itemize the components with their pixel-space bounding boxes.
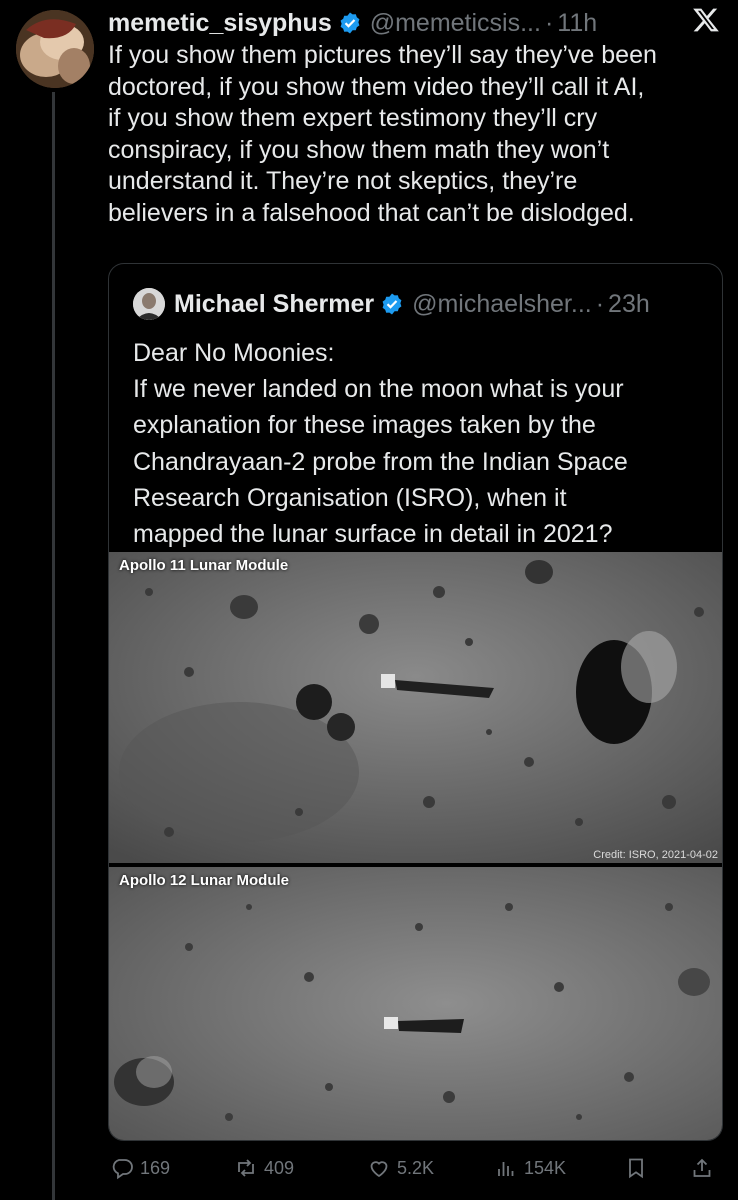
tweet-header: memetic_sisyphus @memeticsis... · 11h — [108, 6, 718, 40]
bookmark-button[interactable] — [624, 1152, 654, 1184]
views-icon — [498, 1162, 514, 1176]
author-name[interactable]: memetic_sisyphus — [108, 9, 332, 38]
image-credit: Credit: ISRO, 2021-04-02 — [593, 849, 718, 861]
tweet-text-line: conspiracy, if you show them math they w… — [108, 135, 610, 164]
image-label: Apollo 12 Lunar Module — [119, 872, 290, 889]
quote-text-line: If we never landed on the moon what is y… — [133, 375, 624, 404]
quote-text-line: explanation for these images taken by th… — [133, 411, 596, 440]
quote-author-name[interactable]: Michael Shermer — [174, 290, 374, 319]
tweet-text: If you show them pictures they’ll say th… — [108, 40, 728, 229]
tweet-action-bar: 169 409 5.2K 154K — [108, 1152, 718, 1184]
author-avatar[interactable] — [16, 10, 94, 88]
like-icon — [370, 1161, 388, 1178]
views-button[interactable]: 154K — [494, 1152, 566, 1184]
quote-text-line: Research Organisation (ISRO), when it — [133, 483, 567, 512]
quoted-tweet-card[interactable]: Michael Shermer @michaelsher... · 23h De… — [108, 263, 723, 1141]
separator-dot: · — [544, 8, 554, 37]
x-logo-icon — [692, 6, 720, 34]
reply-button[interactable]: 169 — [110, 1152, 170, 1184]
views-count: 154K — [524, 1157, 567, 1178]
verified-badge-icon — [338, 11, 362, 35]
tweet-text-line: If you show them pictures they’ll say th… — [108, 41, 657, 69]
verified-badge-icon — [380, 292, 404, 316]
quote-header: Michael Shermer @michaelsher... · 23h — [133, 282, 650, 326]
tweet-timestamp[interactable]: 11h — [557, 9, 597, 38]
tweet-text-line: believers in a falsehood that can’t be d… — [108, 198, 635, 227]
quote-text-line: Dear No Moonies: — [133, 339, 335, 367]
lunar-image-apollo-11[interactable]: Apollo 11 Lunar Module Credit: ISRO, 202… — [109, 552, 722, 863]
quote-author-handle[interactable]: @michaelsher... — [412, 290, 592, 319]
author-handle[interactable]: @memeticsis... — [370, 9, 541, 38]
repost-icon — [238, 1159, 254, 1177]
tweet-text-line: doctored, if you show them video they’ll… — [108, 72, 645, 101]
thread-connector-line — [52, 92, 55, 1200]
image-label: Apollo 11 Lunar Module — [119, 557, 289, 574]
quote-text-line: mapped the lunar surface in detail in 20… — [133, 520, 613, 549]
separator-dot: · — [595, 289, 605, 318]
repost-button[interactable]: 409 — [234, 1152, 294, 1184]
reply-icon — [112, 1159, 133, 1180]
reply-count: 169 — [140, 1157, 171, 1178]
bookmark-icon — [629, 1158, 643, 1179]
quote-author-avatar[interactable] — [133, 288, 165, 320]
like-count: 5.2K — [397, 1157, 435, 1178]
repost-count: 409 — [264, 1157, 295, 1178]
like-button[interactable]: 5.2K — [367, 1152, 434, 1184]
lunar-image-apollo-12[interactable]: Apollo 12 Lunar Module — [109, 867, 722, 1140]
tweet-text-line: understand it. They’re not skeptics, the… — [108, 167, 578, 195]
quote-timestamp[interactable]: 23h — [608, 290, 650, 319]
quote-text: Dear No Moonies: If we never landed on t… — [133, 335, 713, 552]
share-button[interactable] — [690, 1152, 720, 1184]
share-icon — [693, 1158, 711, 1177]
quote-text-line: Chandrayaan-2 probe from the Indian Spac… — [133, 447, 628, 476]
tweet-text-line: if you show them expert testimony they’l… — [108, 104, 598, 132]
